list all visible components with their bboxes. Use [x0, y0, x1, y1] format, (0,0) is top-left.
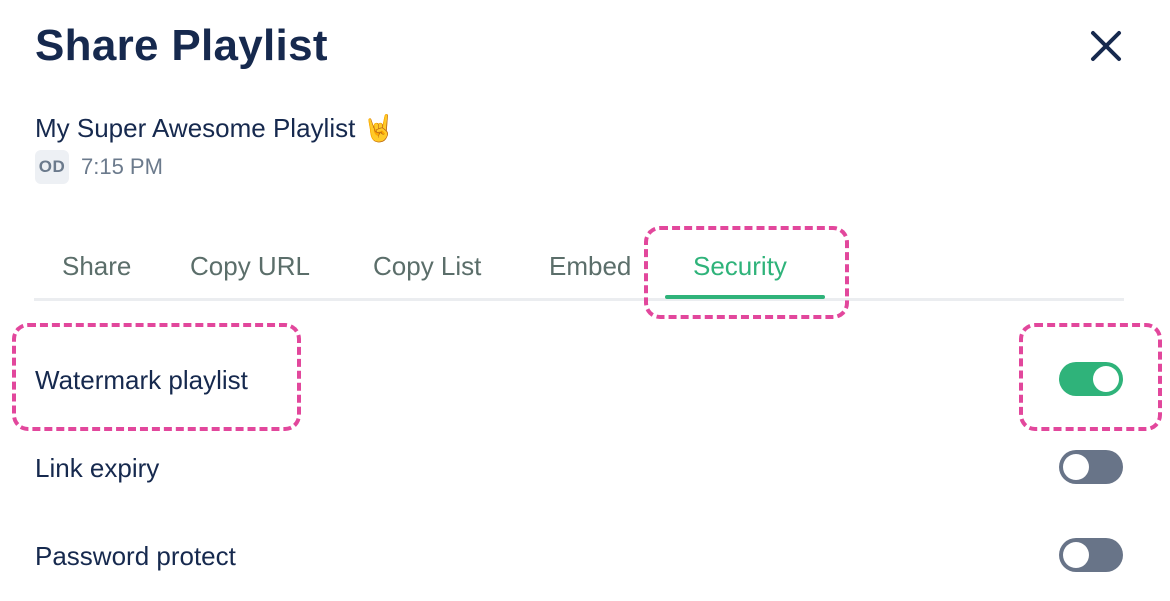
tab-share[interactable]: Share: [62, 238, 131, 298]
close-button[interactable]: [1086, 26, 1126, 66]
share-playlist-dialog: Share Playlist My Super Awesome Playlist…: [0, 0, 1170, 601]
tab-copy-url[interactable]: Copy URL: [190, 238, 310, 298]
dialog-title: Share Playlist: [35, 21, 328, 70]
watermark-playlist-toggle[interactable]: [1059, 362, 1123, 396]
playlist-meta: OD 7:15 PM: [35, 149, 163, 185]
link-expiry-toggle[interactable]: [1059, 450, 1123, 484]
timestamp: 7:15 PM: [81, 154, 163, 179]
close-icon: [1091, 31, 1121, 61]
tab-copy-list[interactable]: Copy List: [373, 238, 481, 298]
tab-embed[interactable]: Embed: [549, 238, 631, 298]
toggle-knob: [1063, 542, 1089, 568]
tab-bar: Share Copy URL Copy List Embed Security: [34, 238, 1124, 301]
active-tab-indicator: [665, 295, 825, 299]
tab-security[interactable]: Security: [693, 238, 787, 298]
password-protect-toggle[interactable]: [1059, 538, 1123, 572]
watermark-playlist-label: Watermark playlist: [35, 365, 248, 395]
link-expiry-label: Link expiry: [35, 453, 160, 483]
password-protect-label: Password protect: [35, 541, 236, 571]
toggle-knob: [1093, 366, 1119, 392]
avatar: OD: [35, 150, 69, 184]
playlist-name: My Super Awesome Playlist 🤘: [35, 113, 395, 143]
toggle-knob: [1063, 454, 1089, 480]
